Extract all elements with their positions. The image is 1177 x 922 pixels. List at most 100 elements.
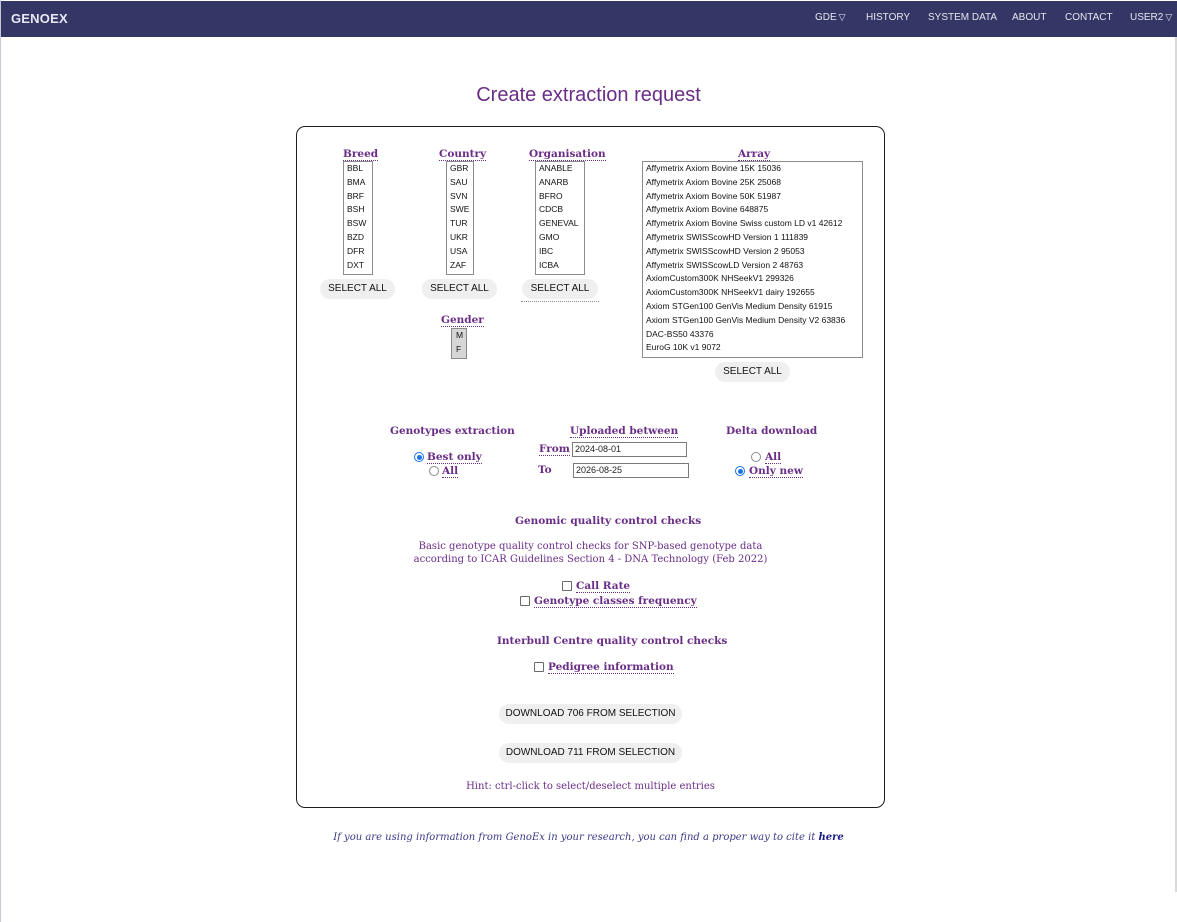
breed-option[interactable]: BSW	[344, 217, 372, 231]
breed-select-all-button[interactable]: SELECT ALL	[320, 279, 395, 299]
pedigree-label[interactable]: Pedigree information	[548, 661, 674, 674]
genomic-qc-description-line1: Basic genotype quality control checks fo…	[418, 541, 763, 552]
organisation-label: Organisation	[529, 148, 606, 161]
organisation-listbox[interactable]: ANABLE ANARB BFRO CDCB GENEVAL GMO IBC I…	[535, 161, 585, 275]
window-left-border	[0, 0, 1, 922]
genomic-qc-heading: Genomic quality control checks	[515, 515, 702, 527]
breed-label: Breed	[343, 148, 379, 161]
nav-contact[interactable]: CONTACT	[1065, 12, 1113, 23]
organisation-option[interactable]: ANARB	[536, 176, 584, 190]
footer-citation-text: If you are using information from GenoEx…	[333, 832, 816, 843]
delta-only-new-label[interactable]: Only new	[749, 465, 803, 478]
array-option[interactable]: Axiom STGen100 GenVis Medium Density 619…	[643, 300, 862, 314]
nav-gde-label: GDE	[815, 12, 837, 23]
array-option[interactable]: Axiom STGen100 GenVis Medium Density V2 …	[643, 314, 862, 328]
array-option[interactable]: Affymetrix Axiom Bovine 25K 25068	[643, 176, 862, 190]
chevron-down-icon: ▽	[838, 12, 846, 22]
country-option[interactable]: SWE	[447, 203, 473, 217]
breed-option[interactable]: DXT	[344, 259, 372, 273]
country-option[interactable]: ZAF	[447, 259, 473, 273]
top-navbar: GENOEX GDE ▽ HISTORY SYSTEM DATA ABOUT CO…	[1, 1, 1177, 37]
uploaded-from-label: From	[539, 443, 570, 456]
uploaded-to-date-input[interactable]: 2026-08-25	[573, 463, 689, 478]
breed-option[interactable]: DFR	[344, 245, 372, 259]
nav-system-data[interactable]: SYSTEM DATA	[928, 12, 997, 23]
array-select-all-button[interactable]: SELECT ALL	[715, 362, 790, 382]
organisation-option[interactable]: GMO	[536, 231, 584, 245]
page-title: Create extraction request	[476, 84, 701, 106]
nav-history[interactable]: HISTORY	[866, 12, 910, 23]
genotypes-extraction-label: Genotypes extraction	[390, 425, 515, 437]
array-option[interactable]: Affymetrix Axiom Bovine 50K 51987	[643, 190, 862, 204]
call-rate-label[interactable]: Call Rate	[576, 580, 631, 593]
genotypes-all-radio[interactable]	[429, 466, 439, 476]
delta-download-label: Delta download	[726, 425, 818, 437]
breed-option[interactable]: BBL	[344, 162, 372, 176]
array-option[interactable]: Affymetrix SWISScowLD Version 2 48763	[643, 259, 862, 273]
pedigree-checkbox[interactable]	[534, 662, 544, 672]
array-option[interactable]: Affymetrix Axiom Bovine Swiss custom LD …	[643, 217, 862, 231]
array-option[interactable]: EuroG 10K v1 9072	[643, 341, 862, 355]
array-option[interactable]: AxiomCustom300K NHSeekV1 dairy 192655	[643, 286, 862, 300]
delta-all-label[interactable]: All	[765, 451, 782, 464]
array-label: Array	[738, 148, 771, 161]
organisation-option[interactable]: BFRO	[536, 190, 584, 204]
uploaded-between-label: Uploaded between	[570, 425, 679, 438]
array-option[interactable]: DAC-BS50 43376	[643, 328, 862, 342]
genotypes-best-only-label[interactable]: Best only	[427, 451, 482, 464]
array-option[interactable]: Affymetrix SWISScowHD Version 1 111839	[643, 231, 862, 245]
array-option[interactable]: Affymetrix Axiom Bovine 15K 15036	[643, 162, 862, 176]
genomic-qc-description-line2: according to ICAR Guidelines Section 4 -…	[413, 554, 768, 565]
breed-option[interactable]: BMA	[344, 176, 372, 190]
country-option[interactable]: TUR	[447, 217, 473, 231]
organisation-option[interactable]: GENEVAL	[536, 217, 584, 231]
uploaded-to-label: To	[538, 464, 552, 476]
organisation-option[interactable]: IBC	[536, 245, 584, 259]
interbull-qc-heading: Interbull Centre quality control checks	[497, 635, 728, 647]
genotype-classes-checkbox[interactable]	[520, 596, 530, 606]
genotypes-all-label[interactable]: All	[442, 465, 459, 478]
call-rate-checkbox[interactable]	[562, 581, 572, 591]
download-selection-button[interactable]: DOWNLOAD 706 FROM SELECTION	[499, 704, 682, 724]
array-listbox[interactable]: Affymetrix Axiom Bovine 15K 15036 Affyme…	[642, 161, 863, 358]
breed-option[interactable]: BZD	[344, 231, 372, 245]
organisation-option[interactable]: ANABLE	[536, 162, 584, 176]
organisation-option[interactable]: ICBA	[536, 259, 584, 273]
genotypes-best-only-radio[interactable]	[414, 452, 424, 462]
country-listbox[interactable]: GBR SAU SVN SWE TUR UKR USA ZAF	[446, 161, 474, 275]
delta-all-radio[interactable]	[751, 452, 761, 462]
country-option[interactable]: USA	[447, 245, 473, 259]
gender-option[interactable]: M	[452, 329, 466, 343]
chevron-down-icon: ▽	[1165, 12, 1173, 22]
nav-user-label: USER2	[1130, 12, 1164, 23]
nav-gde[interactable]: GDE ▽	[815, 12, 846, 23]
gender-label: Gender	[441, 314, 484, 327]
breed-listbox[interactable]: BBL BMA BRF BSH BSW BZD DFR DXT	[343, 161, 373, 275]
footer-citation-link[interactable]: here	[819, 832, 844, 843]
breed-option[interactable]: BSH	[344, 203, 372, 217]
download-selection-button-2[interactable]: DOWNLOAD 711 FROM SELECTION	[499, 743, 682, 763]
country-option[interactable]: SVN	[447, 190, 473, 204]
organisation-divider	[521, 301, 599, 302]
nav-user-menu[interactable]: USER2 ▽	[1130, 12, 1172, 23]
array-option[interactable]: AxiomCustom300K NHSeekV1 299326	[643, 272, 862, 286]
organisation-select-all-button[interactable]: SELECT ALL	[522, 279, 598, 299]
gender-listbox[interactable]: M F	[451, 328, 467, 359]
country-option[interactable]: GBR	[447, 162, 473, 176]
country-option[interactable]: UKR	[447, 231, 473, 245]
brand-logo[interactable]: GENOEX	[11, 11, 68, 26]
uploaded-from-date-input[interactable]: 2024-08-01	[572, 442, 687, 457]
delta-only-new-radio[interactable]	[735, 466, 745, 476]
country-select-all-button[interactable]: SELECT ALL	[422, 279, 497, 299]
breed-option[interactable]: BRF	[344, 190, 372, 204]
array-option[interactable]: Affymetrix SWISScowHD Version 2 95053	[643, 245, 862, 259]
country-label: Country	[439, 148, 487, 161]
nav-about[interactable]: ABOUT	[1012, 12, 1046, 23]
country-option[interactable]: SAU	[447, 176, 473, 190]
organisation-option[interactable]: CDCB	[536, 203, 584, 217]
hint-text: Hint: ctrl-click to select/deselect mult…	[466, 781, 715, 792]
footer-citation: If you are using information from GenoEx…	[0, 832, 1177, 843]
genotype-classes-label[interactable]: Genotype classes frequency	[534, 595, 697, 608]
array-option[interactable]: Affymetrix Axiom Bovine 648875	[643, 203, 862, 217]
gender-option[interactable]: F	[452, 343, 466, 357]
